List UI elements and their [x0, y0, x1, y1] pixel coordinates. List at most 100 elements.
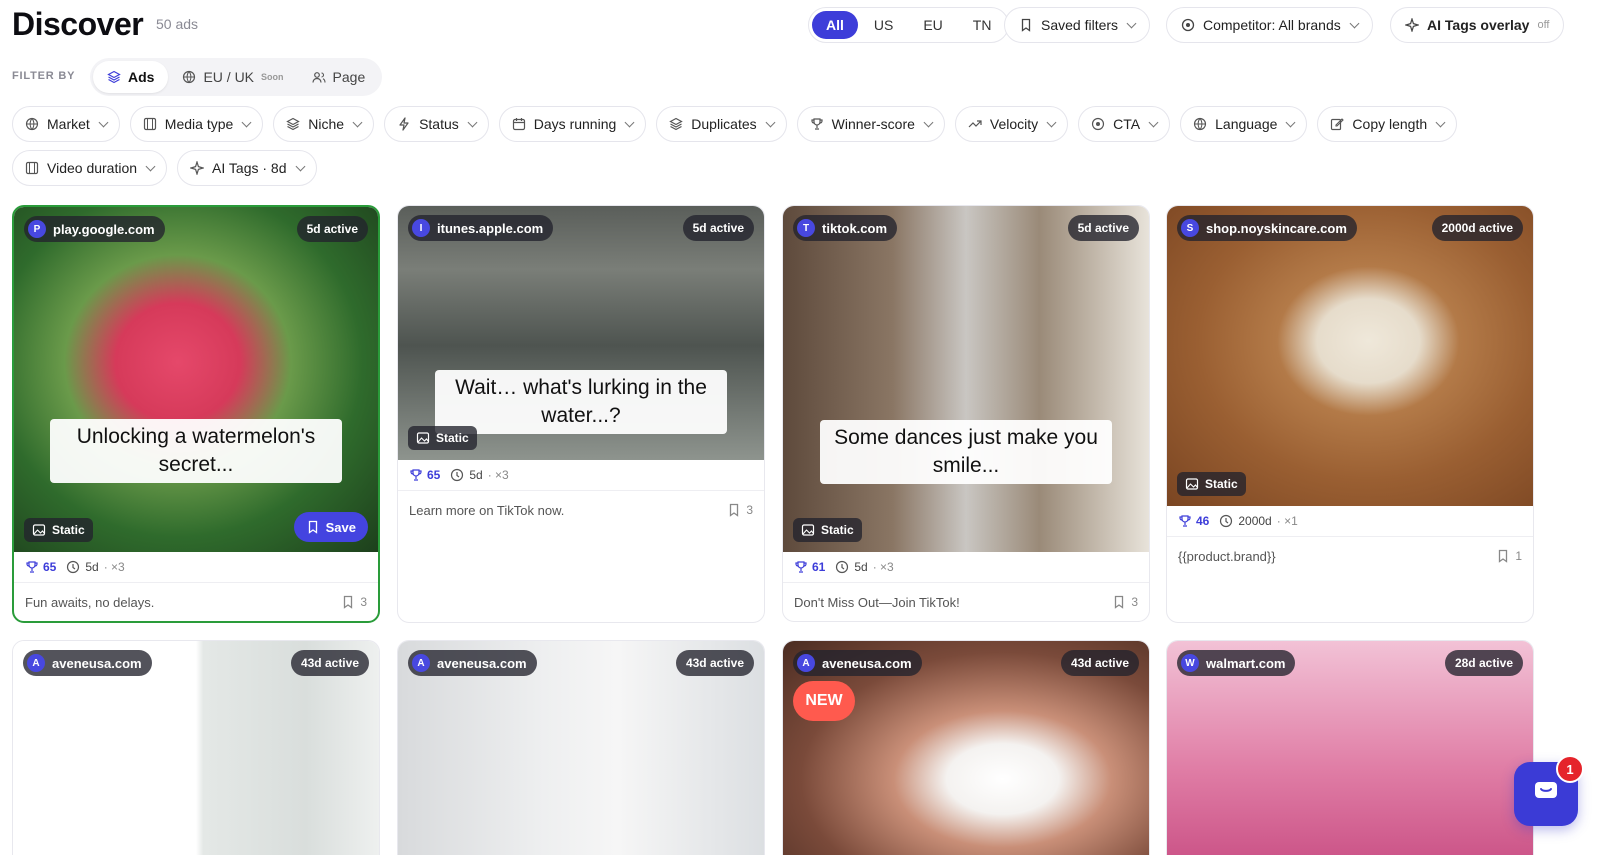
notification-badge: 1: [1556, 755, 1584, 783]
saves-value: 1: [1515, 549, 1522, 563]
filter-status[interactable]: Status: [384, 106, 489, 142]
media-type-label: Static: [436, 431, 469, 445]
score-value: 46: [1196, 514, 1210, 528]
ad-card[interactable]: Iitunes.apple.com 5d active Wait… what's…: [397, 205, 765, 623]
ad-media[interactable]: Aaveneusa.com 43d active NEW: [783, 641, 1149, 855]
domain-initial: T: [797, 219, 815, 237]
ad-media[interactable]: Pplay.google.com 5d active Unlocking a w…: [14, 207, 378, 552]
filter-by-ads[interactable]: Ads: [93, 61, 169, 93]
ad-media[interactable]: Wwalmart.com 28d active: [1167, 641, 1533, 855]
new-badge: NEW: [793, 681, 855, 721]
ad-card[interactable]: Pplay.google.com 5d active Unlocking a w…: [12, 205, 380, 623]
chevron-down-icon: [98, 117, 109, 127]
filter-by-page-label: Page: [332, 69, 366, 85]
ad-description: Don't Miss Out—Join TikTok! 3: [783, 583, 1149, 621]
soon-tag: Soon: [261, 72, 284, 82]
filter-ai-tags[interactable]: AI Tags · 8d: [177, 150, 317, 186]
duplicates-value: · ×3: [103, 560, 125, 574]
active-days-badge: 5d active: [1067, 215, 1139, 241]
film-icon: [143, 117, 157, 131]
trophy-icon: [409, 468, 423, 482]
advertiser-domain[interactable]: Iitunes.apple.com: [408, 215, 554, 241]
ad-card[interactable]: Aaveneusa.com 43d active: [12, 640, 380, 855]
clock-icon: [66, 560, 80, 574]
filter-cta-label: CTA: [1113, 116, 1141, 132]
domain-label: play.google.com: [53, 221, 155, 237]
advertiser-domain[interactable]: Wwalmart.com: [1177, 650, 1296, 676]
ad-card[interactable]: Ttiktok.com 5d active Some dances just m…: [782, 205, 1150, 622]
filter-by-eu-uk-label: EU / UK: [203, 69, 255, 85]
ad-media[interactable]: Sshop.noyskincare.com 2000d active Stati…: [1167, 206, 1533, 506]
saves-count[interactable]: 1: [1496, 549, 1522, 563]
domain-label: tiktok.com: [822, 220, 888, 236]
ai-tags-overlay-toggle[interactable]: AI Tags overlay off: [1390, 7, 1565, 43]
active-days-badge: 5d active: [682, 215, 754, 241]
advertiser-domain[interactable]: Aaveneusa.com: [793, 650, 922, 676]
ad-description: Fun awaits, no delays. 3: [14, 583, 378, 621]
globe-icon: [182, 70, 196, 84]
filter-duplicates[interactable]: Duplicates: [656, 106, 787, 142]
market-eu[interactable]: EU: [909, 11, 956, 39]
saves-count[interactable]: 3: [341, 595, 367, 609]
trophy-icon: [794, 560, 808, 574]
filter-cta[interactable]: CTA: [1078, 106, 1171, 142]
ad-copy: Learn more on TikTok now.: [409, 502, 565, 518]
filter-velocity[interactable]: Velocity: [954, 106, 1069, 142]
filter-niche[interactable]: Niche: [273, 106, 375, 142]
filter-media-type-label: Media type: [164, 116, 234, 132]
market-us[interactable]: US: [860, 11, 907, 39]
trend-icon: [968, 117, 982, 131]
advertiser-domain[interactable]: Aaveneusa.com: [408, 650, 537, 676]
ad-media[interactable]: Aaveneusa.com 43d active: [13, 641, 379, 855]
filter-days-running-label: Days running: [533, 116, 617, 132]
ad-card[interactable]: Aaveneusa.com 43d active: [397, 640, 765, 855]
save-button[interactable]: Save: [293, 512, 368, 542]
ad-stats: 61 5d · ×3: [783, 552, 1149, 583]
saved-filters-label: Saved filters: [1041, 17, 1119, 33]
filter-video-duration-label: Video duration: [47, 160, 138, 176]
media-type-badge: Static: [24, 518, 93, 542]
filter-by-eu-uk[interactable]: EU / UK Soon: [168, 61, 297, 93]
ad-caption: Unlocking a watermelon's secret...: [50, 419, 342, 483]
filter-language[interactable]: Language: [1180, 106, 1308, 142]
ad-description: {{product.brand}} 1: [1167, 537, 1533, 575]
layers-icon: [286, 117, 301, 131]
days-value: 5d: [469, 468, 483, 482]
saved-filters-button[interactable]: Saved filters: [1004, 7, 1151, 43]
market-all[interactable]: All: [812, 11, 858, 39]
image-icon: [416, 431, 430, 445]
duplicates-value: · ×3: [872, 560, 894, 574]
ad-card[interactable]: Aaveneusa.com 43d active NEW: [782, 640, 1150, 855]
market-tn[interactable]: TN: [959, 11, 1006, 39]
chevron-down-icon: [1148, 117, 1159, 127]
ad-card[interactable]: Wwalmart.com 28d active: [1166, 640, 1534, 855]
clock-icon: [835, 560, 849, 574]
filter-market[interactable]: Market: [12, 106, 120, 142]
ad-media[interactable]: Aaveneusa.com 43d active: [398, 641, 764, 855]
advertiser-domain[interactable]: Ttiktok.com: [793, 215, 898, 241]
chevron-down-icon: [1046, 117, 1057, 127]
chevron-down-icon: [241, 117, 252, 127]
run-time: 5d · ×3: [835, 560, 894, 574]
filter-video-duration[interactable]: Video duration: [12, 150, 168, 186]
filter-by-page[interactable]: Page: [298, 61, 380, 93]
ad-media[interactable]: Ttiktok.com 5d active Some dances just m…: [783, 206, 1149, 552]
ad-card[interactable]: Sshop.noyskincare.com 2000d active Stati…: [1166, 205, 1534, 623]
saves-count[interactable]: 3: [727, 503, 753, 517]
filter-copy-length[interactable]: Copy length: [1317, 106, 1458, 142]
domain-initial: I: [412, 219, 430, 237]
domain-initial: S: [1181, 219, 1199, 237]
filter-media-type[interactable]: Media type: [129, 106, 264, 142]
saves-count[interactable]: 3: [1112, 595, 1138, 609]
ad-caption: Some dances just make you smile...: [820, 420, 1112, 484]
competitor-dropdown[interactable]: Competitor: All brands: [1166, 7, 1373, 43]
filter-winner-score[interactable]: Winner-score: [796, 106, 945, 142]
advertiser-domain[interactable]: Pplay.google.com: [24, 216, 165, 242]
ad-media[interactable]: Iitunes.apple.com 5d active Wait… what's…: [398, 206, 764, 460]
layers-icon: [107, 70, 121, 84]
advertiser-domain[interactable]: Aaveneusa.com: [23, 650, 152, 676]
advertiser-domain[interactable]: Sshop.noyskincare.com: [1177, 215, 1357, 241]
filter-status-label: Status: [419, 116, 459, 132]
filter-market-label: Market: [47, 116, 90, 132]
filter-days-running[interactable]: Days running: [498, 106, 647, 142]
